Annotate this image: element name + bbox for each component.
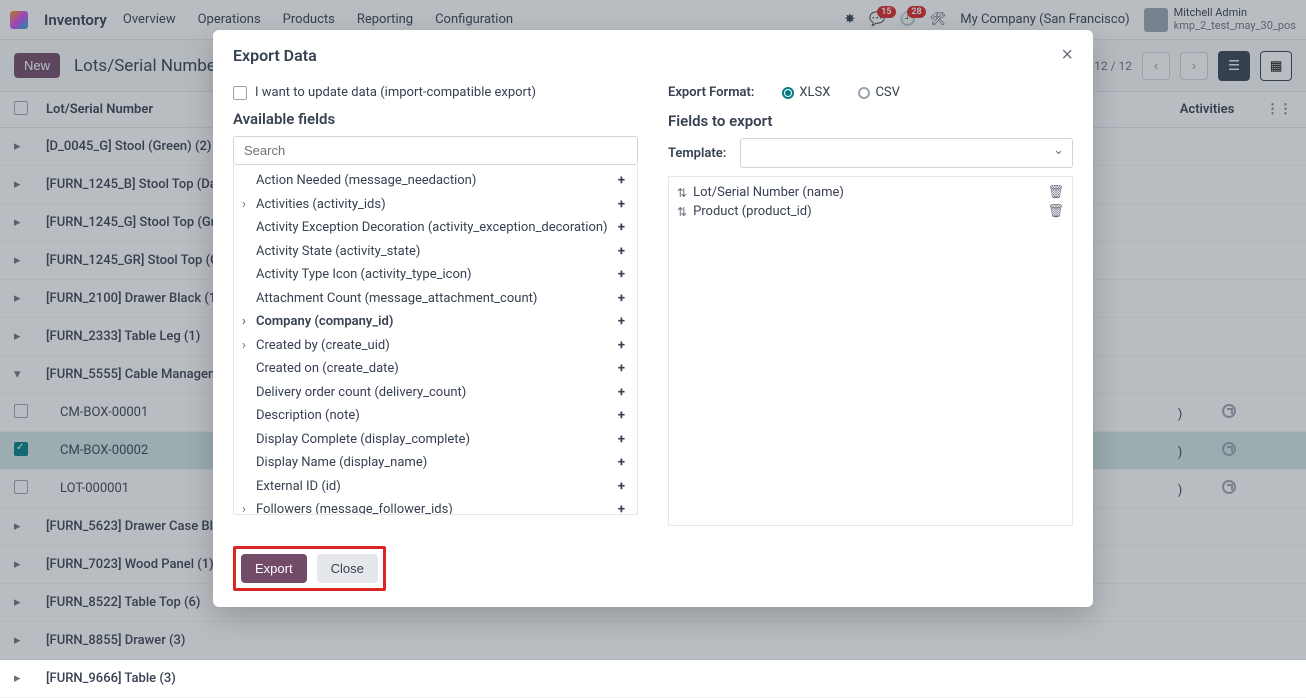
- import-compat-label: I want to update data (import-compatible…: [255, 85, 536, 100]
- table-group-row[interactable]: ▸[FURN_9666] Table (3): [0, 660, 1306, 698]
- trash-icon[interactable]: 🗑: [1047, 204, 1064, 219]
- search-input[interactable]: [233, 136, 638, 165]
- add-field-icon[interactable]: +: [618, 500, 627, 515]
- checkbox-icon: [233, 86, 247, 100]
- add-field-icon[interactable]: +: [618, 218, 627, 238]
- modal-overlay: Export Data × I want to update data (imp…: [0, 0, 1306, 660]
- available-field-item[interactable]: External ID (id)+: [234, 475, 637, 499]
- available-field-item[interactable]: Activity Exception Decoration (activity_…: [234, 216, 637, 240]
- dialog-title: Export Data: [233, 46, 317, 65]
- chevron-right-icon[interactable]: ›: [242, 312, 246, 332]
- add-field-icon[interactable]: +: [618, 265, 627, 285]
- available-field-item[interactable]: Delivery order count (delivery_count)+: [234, 381, 637, 405]
- available-field-item[interactable]: ›Company (company_id)+: [234, 310, 637, 334]
- format-csv-radio[interactable]: CSV: [858, 85, 899, 100]
- close-icon[interactable]: ×: [1061, 44, 1073, 67]
- footer-highlight: Export Close: [233, 546, 386, 591]
- add-field-icon[interactable]: +: [618, 336, 627, 356]
- export-dialog: Export Data × I want to update data (imp…: [213, 30, 1093, 607]
- available-field-item[interactable]: Activity State (activity_state)+: [234, 240, 637, 264]
- available-field-item[interactable]: Display Complete (display_complete)+: [234, 428, 637, 452]
- export-format-label: Export Format:: [668, 85, 754, 100]
- available-field-item[interactable]: Activity Type Icon (activity_type_icon)+: [234, 263, 637, 287]
- fields-to-export-title: Fields to export: [668, 112, 1073, 130]
- available-field-item[interactable]: Description (note)+: [234, 404, 637, 428]
- format-xlsx-radio[interactable]: XLSX: [782, 85, 830, 100]
- export-button[interactable]: Export: [241, 554, 307, 583]
- chevron-right-icon[interactable]: ›: [242, 195, 246, 215]
- template-label: Template:: [668, 146, 726, 161]
- add-field-icon[interactable]: +: [618, 383, 627, 403]
- available-field-item[interactable]: Display Name (display_name)+: [234, 451, 637, 475]
- drag-handle-icon[interactable]: ⇅: [677, 186, 687, 200]
- add-field-icon[interactable]: +: [618, 477, 627, 497]
- add-field-icon[interactable]: +: [618, 171, 627, 191]
- available-field-item[interactable]: Attachment Count (message_attachment_cou…: [234, 287, 637, 311]
- add-field-icon[interactable]: +: [618, 242, 627, 262]
- template-select[interactable]: [740, 138, 1073, 168]
- available-field-item[interactable]: ›Activities (activity_ids)+: [234, 193, 637, 217]
- chevron-right-icon[interactable]: ›: [242, 500, 246, 515]
- available-field-item[interactable]: Action Needed (message_needaction)+: [234, 169, 637, 193]
- trash-icon[interactable]: 🗑: [1047, 185, 1064, 200]
- add-field-icon[interactable]: +: [618, 312, 627, 332]
- drag-handle-icon[interactable]: ⇅: [677, 205, 687, 219]
- available-field-item[interactable]: Created on (create_date)+: [234, 357, 637, 381]
- available-fields-list[interactable]: Action Needed (message_needaction)+›Acti…: [233, 165, 638, 515]
- add-field-icon[interactable]: +: [618, 359, 627, 379]
- add-field-icon[interactable]: +: [618, 195, 627, 215]
- chevron-right-icon[interactable]: ›: [242, 336, 246, 356]
- available-fields-title: Available fields: [233, 110, 638, 128]
- available-field-item[interactable]: ›Followers (message_follower_ids)+: [234, 498, 637, 515]
- add-field-icon[interactable]: +: [618, 289, 627, 309]
- export-fields-list[interactable]: ⇅Lot/Serial Number (name)🗑⇅Product (prod…: [668, 176, 1073, 526]
- export-field-item[interactable]: ⇅Lot/Serial Number (name)🗑: [677, 183, 1064, 202]
- export-field-item[interactable]: ⇅Product (product_id)🗑: [677, 202, 1064, 221]
- add-field-icon[interactable]: +: [618, 453, 627, 473]
- chevron-right-icon[interactable]: ▸: [14, 671, 28, 686]
- add-field-icon[interactable]: +: [618, 430, 627, 450]
- add-field-icon[interactable]: +: [618, 406, 627, 426]
- import-compat-checkbox[interactable]: I want to update data (import-compatible…: [233, 85, 638, 100]
- available-field-item[interactable]: ›Created by (create_uid)+: [234, 334, 637, 358]
- close-button[interactable]: Close: [317, 554, 378, 583]
